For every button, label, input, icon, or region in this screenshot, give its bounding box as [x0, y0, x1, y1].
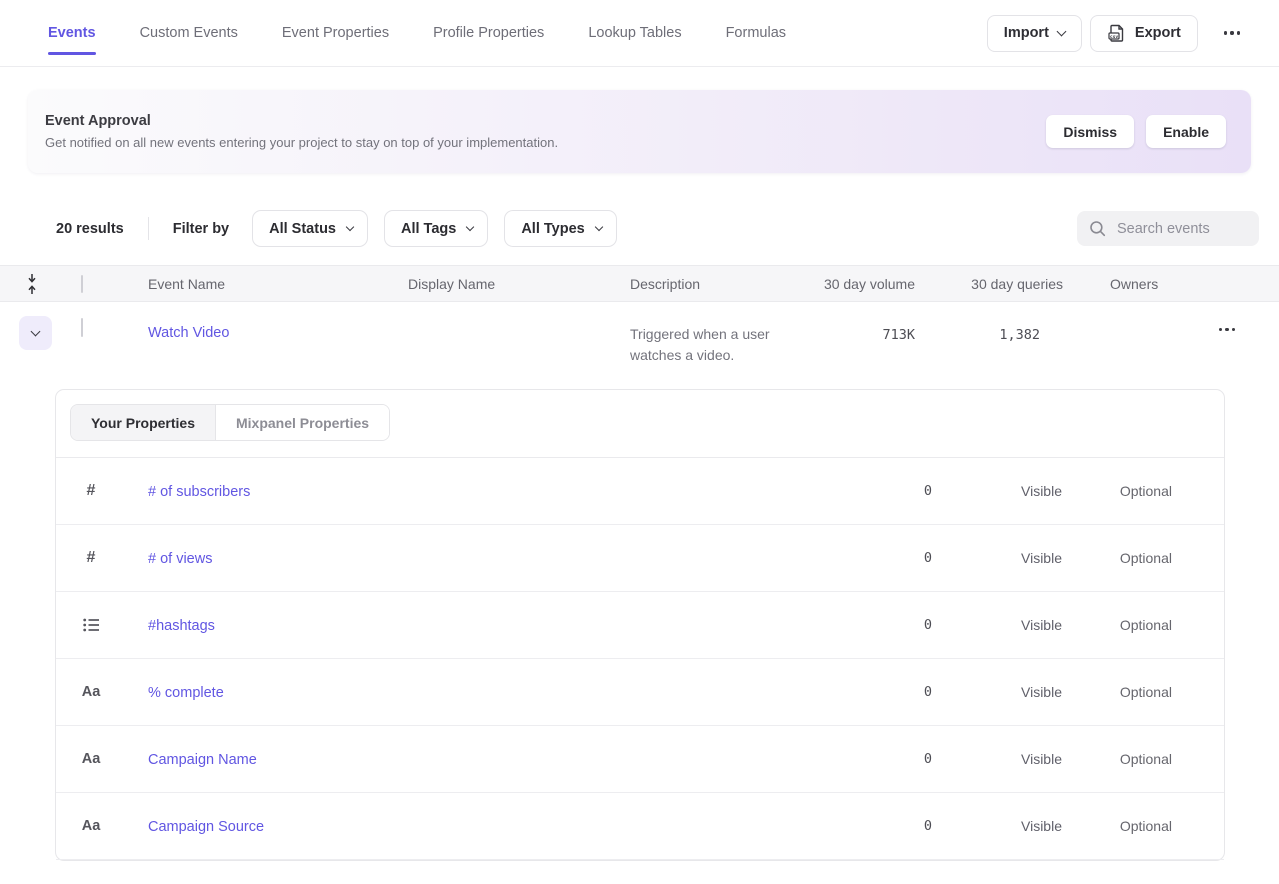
banner-title: Event Approval — [45, 113, 1046, 129]
property-name-link[interactable]: #hashtags — [148, 618, 215, 634]
table-row: Watch Video Triggered when a user watche… — [0, 302, 1279, 379]
property-count: 0 — [832, 818, 932, 834]
property-visibility: Visible — [932, 617, 1062, 633]
tab-formulas[interactable]: Formulas — [726, 25, 786, 41]
column-header-display-name[interactable]: Display Name — [408, 276, 630, 292]
property-row: Aa Campaign Name 0 Visible Optional — [56, 726, 1224, 793]
tab-events[interactable]: Events — [48, 25, 96, 41]
results-count: 20 results — [56, 221, 124, 237]
row-checkbox[interactable] — [81, 318, 83, 337]
event-30-day-volume: 713K — [800, 327, 920, 343]
property-name-link[interactable]: # of subscribers — [148, 484, 250, 500]
collapse-row-button[interactable] — [19, 316, 52, 350]
event-description: Triggered when a user watches a video. — [630, 324, 782, 366]
property-count: 0 — [832, 751, 932, 767]
property-visibility: Visible — [932, 751, 1062, 767]
filter-toolbar: 20 results Filter by All Status All Tags… — [56, 210, 1259, 247]
search-input[interactable] — [1115, 220, 1245, 238]
event-name-link[interactable]: Watch Video — [148, 325, 229, 341]
list-icon — [83, 618, 100, 632]
overflow-menu-icon[interactable] — [1220, 25, 1244, 40]
property-requirement: Optional — [1062, 483, 1172, 499]
property-visibility: Visible — [932, 818, 1062, 834]
property-requirement: Optional — [1062, 550, 1172, 566]
export-button-label: Export — [1135, 25, 1181, 41]
column-header-30-day-volume[interactable]: 30 day volume — [800, 276, 920, 292]
export-button[interactable]: csv Export — [1090, 15, 1198, 52]
tab-mixpanel-properties[interactable]: Mixpanel Properties — [215, 405, 389, 440]
property-count: 0 — [832, 684, 932, 700]
types-filter-label: All Types — [521, 221, 584, 237]
property-name-link[interactable]: Campaign Name — [148, 752, 257, 768]
properties-tabs: Your Properties Mixpanel Properties — [70, 404, 390, 441]
property-requirement: Optional — [1062, 751, 1172, 767]
column-header-owners[interactable]: Owners — [1063, 276, 1190, 292]
property-row: # # of views 0 Visible Optional — [56, 525, 1224, 592]
property-count: 0 — [832, 550, 932, 566]
property-requirement: Optional — [1062, 818, 1172, 834]
svg-text:csv: csv — [1110, 35, 1119, 40]
tags-filter-label: All Tags — [401, 221, 456, 237]
property-row: # # of subscribers 0 Visible Optional — [56, 458, 1224, 525]
property-count: 0 — [832, 483, 932, 499]
property-name-link[interactable]: Campaign Source — [148, 819, 264, 835]
tags-filter-dropdown[interactable]: All Tags — [384, 210, 488, 247]
text-icon: Aa — [82, 818, 101, 834]
tab-your-properties[interactable]: Your Properties — [71, 405, 215, 440]
divider — [148, 217, 149, 240]
event-30-day-queries: 1,382 — [920, 327, 1063, 343]
row-overflow-menu-icon[interactable] — [1215, 322, 1239, 337]
property-requirement: Optional — [1062, 684, 1172, 700]
status-filter-label: All Status — [269, 221, 336, 237]
status-filter-dropdown[interactable]: All Status — [252, 210, 368, 247]
chevron-down-icon — [594, 222, 602, 230]
property-name-link[interactable]: # of views — [148, 551, 212, 567]
banner-subtitle: Get notified on all new events entering … — [45, 135, 1046, 150]
event-properties-panel: Your Properties Mixpanel Properties # # … — [55, 389, 1225, 861]
chevron-down-icon — [1056, 26, 1066, 36]
import-button-label: Import — [1004, 25, 1049, 41]
property-visibility: Visible — [932, 684, 1062, 700]
property-name-link[interactable]: % complete — [148, 685, 224, 701]
nav-actions: Import csv Export — [987, 15, 1244, 52]
text-icon: Aa — [82, 684, 101, 700]
import-button[interactable]: Import — [987, 15, 1082, 52]
event-approval-banner: Event Approval Get notified on all new e… — [28, 90, 1251, 173]
chevron-down-icon — [466, 222, 474, 230]
filter-by-label: Filter by — [173, 221, 229, 237]
top-navigation: Events Custom Events Event Properties Pr… — [0, 0, 1279, 67]
tab-custom-events[interactable]: Custom Events — [140, 25, 238, 41]
chevron-down-icon — [346, 222, 354, 230]
column-header-30-day-queries[interactable]: 30 day queries — [920, 276, 1063, 292]
search-icon — [1089, 220, 1106, 237]
properties-tabbar: Your Properties Mixpanel Properties — [56, 390, 1224, 458]
property-row: Aa Campaign Source 0 Visible Optional — [56, 793, 1224, 860]
property-requirement: Optional — [1062, 617, 1172, 633]
tab-lookup-tables[interactable]: Lookup Tables — [588, 25, 681, 41]
tab-profile-properties[interactable]: Profile Properties — [433, 25, 544, 41]
column-header-event-name[interactable]: Event Name — [136, 276, 408, 292]
hash-icon: # — [87, 482, 96, 500]
nav-tabs: Events Custom Events Event Properties Pr… — [48, 25, 987, 41]
search-box[interactable] — [1077, 211, 1259, 246]
property-row: Aa % complete 0 Visible Optional — [56, 659, 1224, 726]
property-visibility: Visible — [932, 483, 1062, 499]
select-all-checkbox[interactable] — [81, 275, 83, 293]
banner-text: Event Approval Get notified on all new e… — [45, 113, 1046, 150]
property-count: 0 — [832, 617, 932, 633]
text-icon: Aa — [82, 751, 101, 767]
enable-button[interactable]: Enable — [1146, 115, 1226, 148]
property-row: #hashtags 0 Visible Optional — [56, 592, 1224, 659]
types-filter-dropdown[interactable]: All Types — [504, 210, 616, 247]
property-visibility: Visible — [932, 550, 1062, 566]
hash-icon: # — [87, 549, 96, 567]
column-header-description[interactable]: Description — [630, 276, 800, 292]
dismiss-button[interactable]: Dismiss — [1046, 115, 1134, 148]
collapse-all-icon[interactable] — [0, 273, 62, 295]
tab-event-properties[interactable]: Event Properties — [282, 25, 389, 41]
chevron-down-icon — [31, 326, 41, 336]
csv-file-icon: csv — [1107, 23, 1126, 43]
table-header: Event Name Display Name Description 30 d… — [0, 265, 1279, 302]
